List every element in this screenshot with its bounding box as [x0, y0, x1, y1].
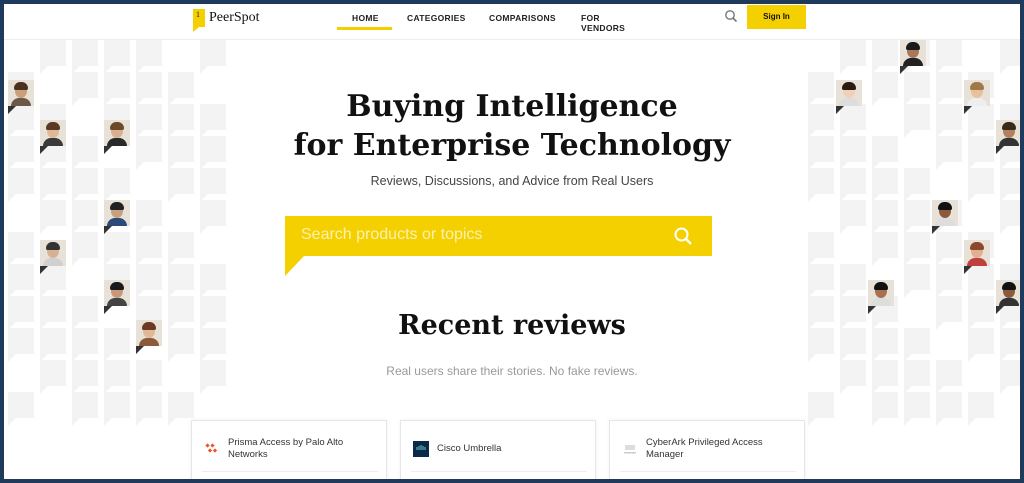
hero-search-box[interactable]: [285, 216, 712, 276]
background-tile: [872, 200, 898, 234]
background-tile: [904, 264, 930, 298]
search-submit-icon[interactable]: [673, 226, 693, 246]
page-frame: 1 PeerSpot HOME CATEGORIES COMPARISONS F…: [4, 4, 1020, 479]
background-tile: [168, 264, 194, 298]
user-avatar: [868, 280, 894, 306]
card-product-name[interactable]: Cisco Umbrella: [437, 443, 587, 455]
background-tile: [840, 200, 866, 234]
background-tile: [168, 392, 194, 426]
recent-reviews-title: Recent reviews: [398, 310, 626, 341]
peerspot-logo[interactable]: 1 PeerSpot: [193, 8, 260, 32]
background-tile: [168, 232, 194, 266]
search-icon[interactable]: [724, 9, 738, 23]
site-header: 1 PeerSpot HOME CATEGORIES COMPARISONS F…: [4, 4, 1020, 40]
avatar-tail: [104, 226, 112, 234]
background-tile: [200, 200, 226, 234]
user-avatar: [900, 40, 926, 66]
background-tile: [808, 232, 834, 266]
nav-home[interactable]: HOME: [352, 13, 379, 23]
hero-title-line2: for Enterprise Technology: [293, 128, 731, 163]
review-card[interactable]: Cisco Umbrella: [400, 420, 596, 479]
hero-title-line1: Buying Intelligence: [346, 89, 678, 124]
nav-for-vendors[interactable]: FOR VENDORS: [581, 13, 625, 33]
avatar-tail: [964, 266, 972, 274]
user-avatar: [964, 240, 990, 266]
palo-alto-logo-icon: [205, 443, 218, 453]
card-divider: [202, 471, 378, 472]
background-tile: [936, 264, 962, 298]
background-tile: [104, 232, 130, 266]
background-tile: [200, 264, 226, 298]
nav-categories[interactable]: CATEGORIES: [407, 13, 466, 23]
user-avatar: [996, 280, 1020, 306]
avatar-tail: [900, 66, 908, 74]
nav-active-indicator: [337, 27, 392, 30]
background-tile: [968, 392, 994, 426]
background-tile: [840, 40, 866, 74]
background-tile: [1000, 40, 1020, 74]
avatar-tail: [40, 266, 48, 274]
background-tile: [104, 40, 130, 74]
background-tile: [40, 200, 66, 234]
background-tile: [808, 264, 834, 298]
background-tile: [200, 40, 226, 74]
background-tile: [72, 232, 98, 266]
search-input[interactable]: [301, 226, 661, 244]
background-tile: [72, 40, 98, 74]
background-tile: [8, 232, 34, 266]
nav-comparisons[interactable]: COMPARISONS: [489, 13, 556, 23]
hero-subtitle: Reviews, Discussions, and Advice from Re…: [370, 174, 654, 188]
background-tile: [872, 392, 898, 426]
cisco-logo-icon: [413, 441, 429, 457]
logo-text: PeerSpot: [209, 10, 260, 25]
review-card[interactable]: CyberArk Privileged Access Manager: [609, 420, 805, 479]
user-avatar: [104, 280, 130, 306]
user-avatar: [40, 240, 66, 266]
background-tile: [104, 392, 130, 426]
background-tile: [808, 392, 834, 426]
background-tile: [136, 392, 162, 426]
background-tile: [72, 392, 98, 426]
background-tile: [872, 40, 898, 74]
card-product-name[interactable]: CyberArk Privileged Access Manager: [646, 437, 796, 461]
background-tile: [136, 264, 162, 298]
background-tile: [72, 200, 98, 234]
background-tile: [8, 392, 34, 426]
background-tile: [936, 232, 962, 266]
logo-mark-icon: 1: [193, 9, 205, 32]
background-tile: [904, 232, 930, 266]
card-divider: [620, 471, 796, 472]
background-tile: [8, 264, 34, 298]
background-tile: [936, 40, 962, 74]
avatar-tail: [932, 226, 940, 234]
background-tile: [904, 392, 930, 426]
background-tile: [40, 40, 66, 74]
recent-reviews-subtitle: Real users share their stories. No fake …: [386, 364, 638, 378]
background-tile: [1000, 200, 1020, 234]
user-avatar: [932, 200, 958, 226]
background-tile: [136, 232, 162, 266]
cyberark-logo-icon: [624, 445, 636, 454]
card-product-name[interactable]: Prisma Access by Palo Alto Networks: [228, 437, 378, 461]
background-tile: [872, 232, 898, 266]
avatar-tail: [136, 346, 144, 354]
background-tile: [904, 200, 930, 234]
user-avatar: [104, 200, 130, 226]
background-tile: [136, 200, 162, 234]
review-card[interactable]: Prisma Access by Palo Alto Networks: [191, 420, 387, 479]
background-tile: [936, 392, 962, 426]
card-divider: [411, 471, 587, 472]
background-tile: [136, 40, 162, 74]
sign-in-button[interactable]: Sign In: [747, 5, 806, 29]
background-tile: [840, 264, 866, 298]
